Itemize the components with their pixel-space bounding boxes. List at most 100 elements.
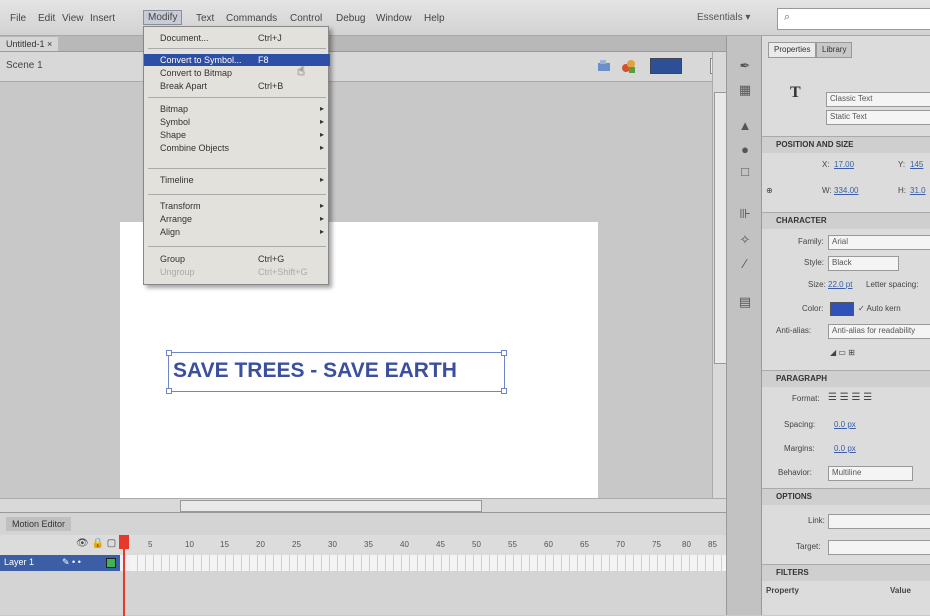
motion-editor-tab[interactable]: Motion Editor: [6, 517, 72, 531]
frame-number: 65: [580, 540, 589, 549]
menu-item-break-apart[interactable]: Break Apart Ctrl+B: [144, 80, 330, 92]
align-tool-icon[interactable]: ⊪: [736, 206, 754, 222]
text-field-selection[interactable]: SAVE TREES - SAVE EARTH: [166, 350, 507, 394]
transform-tool-icon[interactable]: ✧: [736, 232, 754, 248]
edit-symbols-icon[interactable]: [620, 58, 636, 74]
y-value[interactable]: 145: [910, 160, 923, 169]
style-select[interactable]: Black: [828, 256, 899, 271]
family-label: Family:: [798, 237, 824, 246]
section-position-size[interactable]: POSITION AND SIZE: [762, 136, 930, 153]
lock-icon[interactable]: ⊕: [766, 186, 773, 195]
menu-item-group[interactable]: Group Ctrl+G: [144, 253, 330, 265]
stage-text[interactable]: SAVE TREES - SAVE EARTH: [173, 359, 457, 383]
auto-kern-checkbox[interactable]: ✓ Auto kern: [858, 304, 901, 313]
square-tool-icon[interactable]: □: [736, 164, 754, 180]
text-engine-select[interactable]: Classic Text: [826, 92, 930, 107]
menu-view[interactable]: View: [58, 12, 88, 25]
layer-selected[interactable]: Layer 1 ✎ • •: [0, 555, 120, 571]
section-options[interactable]: OPTIONS: [762, 488, 930, 505]
menu-item-timeline[interactable]: Timeline ▸: [144, 174, 330, 186]
section-character[interactable]: CHARACTER: [762, 212, 930, 229]
section-paragraph[interactable]: PARAGRAPH: [762, 370, 930, 387]
filters-property-header: Property: [766, 586, 799, 595]
selection-handle[interactable]: [501, 388, 507, 394]
section-filters[interactable]: FILTERS: [762, 564, 930, 581]
antialias-select[interactable]: Anti-alias for readability: [828, 324, 930, 339]
x-value[interactable]: 17.00: [834, 160, 854, 169]
menu-debug[interactable]: Debug: [332, 12, 369, 25]
spacing-label: Spacing:: [784, 420, 816, 429]
selection-handle[interactable]: [166, 350, 172, 356]
text-color-swatch[interactable]: [830, 302, 854, 316]
layer-row[interactable]: Layer 1 ✎ • •: [0, 555, 726, 571]
frame-number: 15: [220, 540, 229, 549]
antialias-label: Anti-alias:: [776, 326, 812, 335]
help-search-input[interactable]: ⌕: [777, 8, 930, 30]
submenu-arrow-icon: ▸: [319, 175, 324, 184]
margins-value[interactable]: 0.0 px: [834, 444, 856, 453]
selection-handle[interactable]: [501, 350, 507, 356]
color-tool-icon[interactable]: ▲: [736, 118, 754, 134]
h-value[interactable]: 31.0: [910, 186, 926, 195]
tab-properties[interactable]: Properties: [768, 42, 817, 58]
edit-scene-icon[interactable]: [596, 58, 612, 74]
bitmap-tool-icon[interactable]: ▦: [736, 82, 754, 98]
tab-library[interactable]: Library: [816, 42, 853, 58]
menu-file[interactable]: File: [6, 12, 30, 25]
link-input[interactable]: [828, 514, 930, 529]
target-select[interactable]: [828, 540, 930, 555]
horizontal-scrollbar[interactable]: [0, 498, 726, 512]
target-label: Target:: [796, 542, 821, 551]
scene-breadcrumb[interactable]: Scene 1: [6, 60, 43, 71]
menu-item-combine-objects[interactable]: Combine Objects ▸: [144, 142, 330, 154]
layer-toggle-icons[interactable]: 👁 🔒 ▢: [76, 538, 116, 549]
frame-number: 45: [436, 540, 445, 549]
submenu-arrow-icon: ▸: [319, 214, 324, 223]
document-tab[interactable]: Untitled-1 ×: [0, 37, 59, 51]
menu-item-ungroup[interactable]: Ungroup Ctrl+Shift+G: [144, 266, 330, 278]
menu-insert[interactable]: Insert: [86, 12, 119, 25]
layer-color-icon[interactable]: [106, 558, 116, 568]
align-buttons-icons[interactable]: ☰ ☰ ☰ ☰: [828, 392, 872, 403]
components-icon[interactable]: ▤: [736, 294, 754, 310]
menu-item-shape[interactable]: Shape ▸: [144, 129, 330, 141]
frame-number: 40: [400, 540, 409, 549]
menu-item-label: Break Apart: [160, 81, 208, 91]
menu-item-document[interactable]: Document... Ctrl+J: [144, 32, 330, 44]
globe-icon[interactable]: ●: [736, 142, 754, 158]
menu-help[interactable]: Help: [420, 12, 449, 25]
menu-item-align[interactable]: Align ▸: [144, 226, 330, 238]
menu-item-arrange[interactable]: Arrange ▸: [144, 213, 330, 225]
eyedropper-icon[interactable]: ⁄: [736, 256, 754, 272]
menu-item-bitmap[interactable]: Bitmap ▸: [144, 103, 330, 115]
vertical-scrollbar[interactable]: [712, 52, 727, 498]
spacing-value[interactable]: 0.0 px: [834, 420, 856, 429]
menu-text[interactable]: Text: [192, 12, 218, 25]
menu-item-label: Combine Objects: [160, 143, 230, 153]
layer-name[interactable]: Layer 1: [4, 557, 34, 567]
w-value[interactable]: 334.00: [834, 186, 858, 195]
menu-item-symbol[interactable]: Symbol ▸: [144, 116, 330, 128]
menu-window[interactable]: Window: [372, 12, 416, 25]
menu-item-transform[interactable]: Transform ▸: [144, 200, 330, 212]
menu-item-label: Convert to Symbol...: [160, 55, 242, 65]
frame-cells[interactable]: [130, 555, 726, 571]
horizontal-scroll-thumb[interactable]: [180, 500, 482, 512]
submenu-arrow-icon: ▸: [319, 104, 324, 113]
menu-item-label: Align: [160, 227, 181, 237]
behavior-select[interactable]: Multiline: [828, 466, 913, 481]
workspace-switcher[interactable]: Essentials ▾: [697, 12, 750, 23]
size-value[interactable]: 22.0 pt: [828, 280, 852, 289]
family-select[interactable]: Arial: [828, 235, 930, 250]
brush-tool-icon[interactable]: ✒: [736, 58, 754, 74]
text-format-icons[interactable]: ◢ ▭ ⊞: [830, 348, 855, 357]
text-type-select[interactable]: Static Text: [826, 110, 930, 125]
menu-modify[interactable]: Modify: [143, 10, 183, 25]
playhead[interactable]: [123, 535, 125, 616]
zoom-field[interactable]: [650, 58, 682, 74]
menu-commands[interactable]: Commands: [222, 12, 281, 25]
selection-handle[interactable]: [166, 388, 172, 394]
frame-number: 35: [364, 540, 373, 549]
menu-control[interactable]: Control: [286, 12, 326, 25]
menu-edit[interactable]: Edit: [34, 12, 59, 25]
